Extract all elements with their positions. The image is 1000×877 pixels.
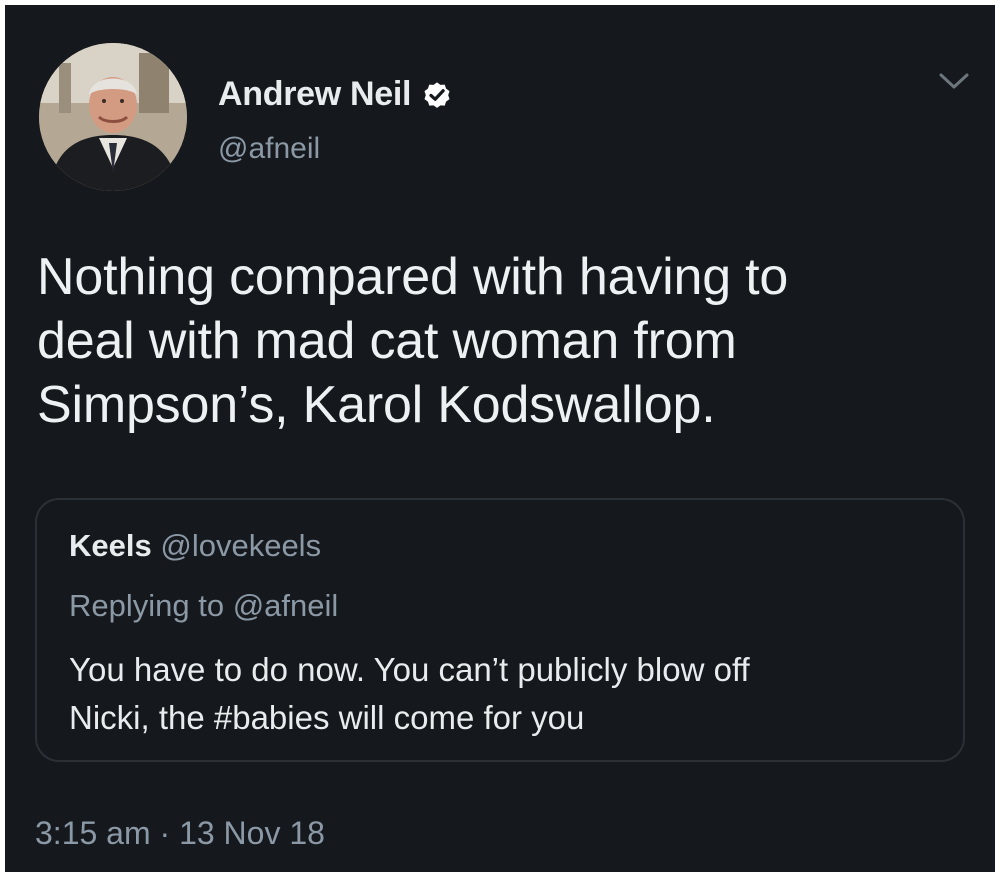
quoted-tweet-text-line: You have to do now. You can’t publicly b… (69, 651, 750, 688)
replying-to-label: Replying to @afneil (69, 588, 339, 623)
chevron-down-icon[interactable] (937, 69, 971, 93)
tweet-text-line: deal with mad cat woman from (37, 312, 737, 370)
quoted-tweet-author[interactable]: Keels @lovekeels (69, 528, 321, 564)
quoted-tweet-text: You have to do now. You can’t publicly b… (69, 646, 949, 742)
tweet-card[interactable]: Andrew Neil @afneil Nothing compared wit… (5, 5, 995, 872)
tweet-text-line: Nothing compared with having to (37, 248, 789, 306)
tweet-text-line: Simpson’s, Karol Kodswallop. (37, 376, 716, 434)
quoted-tweet-text-line: Nicki, the #babies will come for you (69, 699, 585, 736)
avatar[interactable] (39, 43, 187, 191)
quoted-tweet-handle: @lovekeels (160, 528, 322, 563)
tweet-text: Nothing compared with having to deal wit… (37, 245, 977, 437)
verified-badge-icon (424, 81, 450, 108)
author-display-name[interactable]: Andrew Neil (218, 75, 411, 114)
quoted-tweet-name: Keels (69, 528, 152, 563)
tweet-timestamp[interactable]: 3:15 am · 13 Nov 18 (35, 815, 325, 852)
author-handle[interactable]: @afneil (218, 132, 320, 166)
author-name-row[interactable]: Andrew Neil (218, 75, 453, 114)
profile-photo (39, 43, 187, 191)
quoted-tweet[interactable]: Keels @lovekeels Replying to @afneil You… (35, 498, 965, 762)
